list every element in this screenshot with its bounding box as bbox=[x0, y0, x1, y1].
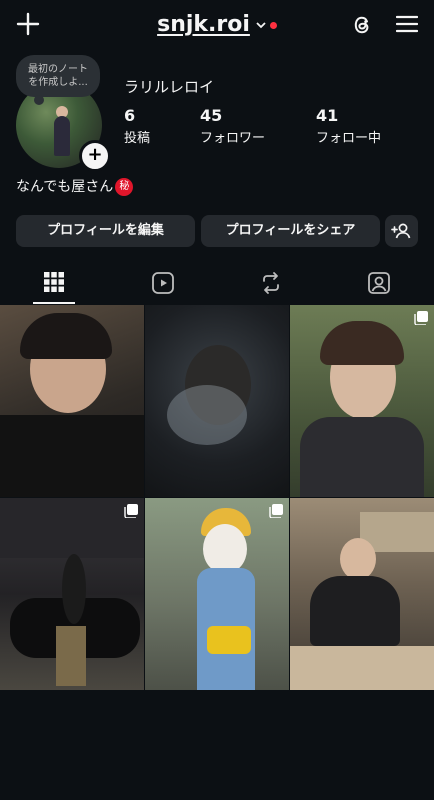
stat-following-count: 41 bbox=[316, 106, 339, 125]
stat-following-label: フォロー中 bbox=[316, 131, 382, 146]
grid-post-5[interactable] bbox=[145, 498, 289, 690]
note-text-line1: 最初のノート bbox=[28, 64, 88, 75]
chevron-down-icon[interactable] bbox=[256, 21, 266, 29]
multiple-photos-icon bbox=[414, 311, 428, 325]
add-person-icon bbox=[391, 223, 411, 239]
post-clothing bbox=[300, 417, 424, 497]
note-text-line2: を作成しよ... bbox=[28, 77, 88, 88]
bio: なんでも屋さん秘 bbox=[16, 176, 134, 196]
edit-profile-button[interactable]: プロフィールを編集 bbox=[16, 215, 195, 247]
reels-icon bbox=[152, 272, 174, 294]
multiple-photos-icon bbox=[124, 504, 138, 518]
active-tab-indicator bbox=[33, 302, 75, 304]
multiple-photos-icon bbox=[269, 504, 283, 518]
tab-reposts[interactable] bbox=[216, 262, 324, 304]
display-name: ラリルレロイ bbox=[124, 78, 215, 96]
post-building bbox=[0, 498, 144, 558]
grid-post-6[interactable] bbox=[290, 498, 434, 690]
secret-badge-icon: 秘 bbox=[115, 178, 134, 196]
top-bar: snjk.roi bbox=[0, 0, 434, 52]
add-story-button[interactable]: + bbox=[79, 140, 111, 172]
post-clothing bbox=[0, 415, 144, 497]
share-profile-button[interactable]: プロフィールをシェア bbox=[201, 215, 380, 247]
notification-dot bbox=[269, 21, 277, 29]
stat-posts-label: 投稿 bbox=[124, 131, 151, 146]
tab-tagged[interactable] bbox=[324, 262, 432, 304]
post-subject bbox=[62, 554, 86, 624]
post-subject bbox=[203, 524, 247, 574]
stat-following[interactable]: 41 フォロー中 bbox=[316, 106, 381, 146]
stat-followers-label: フォロワー bbox=[200, 131, 266, 146]
grid-post-1[interactable] bbox=[0, 305, 144, 497]
stat-followers-count: 45 bbox=[200, 106, 223, 125]
stat-posts[interactable]: 6 投稿 bbox=[124, 106, 150, 146]
avatar-figure bbox=[54, 116, 70, 156]
post-clothing bbox=[310, 576, 400, 646]
post-bag bbox=[207, 626, 251, 654]
grid-post-4[interactable] bbox=[0, 498, 144, 690]
post-smoke bbox=[167, 385, 247, 445]
post-pants bbox=[56, 626, 86, 686]
post-table bbox=[290, 646, 434, 690]
grid-post-3[interactable] bbox=[290, 305, 434, 497]
post-subject bbox=[340, 538, 376, 580]
profile-tabs bbox=[0, 262, 434, 304]
tab-posts[interactable] bbox=[0, 262, 108, 304]
threads-icon[interactable] bbox=[350, 13, 374, 37]
stat-followers[interactable]: 45 フォロワー bbox=[200, 106, 265, 146]
note-bubble[interactable]: 最初のノート を作成しよ... bbox=[16, 55, 100, 105]
grid-post-2[interactable] bbox=[145, 305, 289, 497]
username[interactable]: snjk.roi bbox=[157, 12, 250, 37]
stat-posts-count: 6 bbox=[124, 106, 136, 125]
bio-text: なんでも屋さん bbox=[16, 179, 114, 195]
reposts-icon bbox=[263, 272, 279, 294]
menu-icon[interactable] bbox=[396, 14, 418, 34]
grid-icon bbox=[44, 272, 64, 292]
tab-reels[interactable] bbox=[108, 262, 216, 304]
tagged-icon bbox=[368, 272, 390, 294]
discover-people-button[interactable] bbox=[385, 215, 418, 247]
